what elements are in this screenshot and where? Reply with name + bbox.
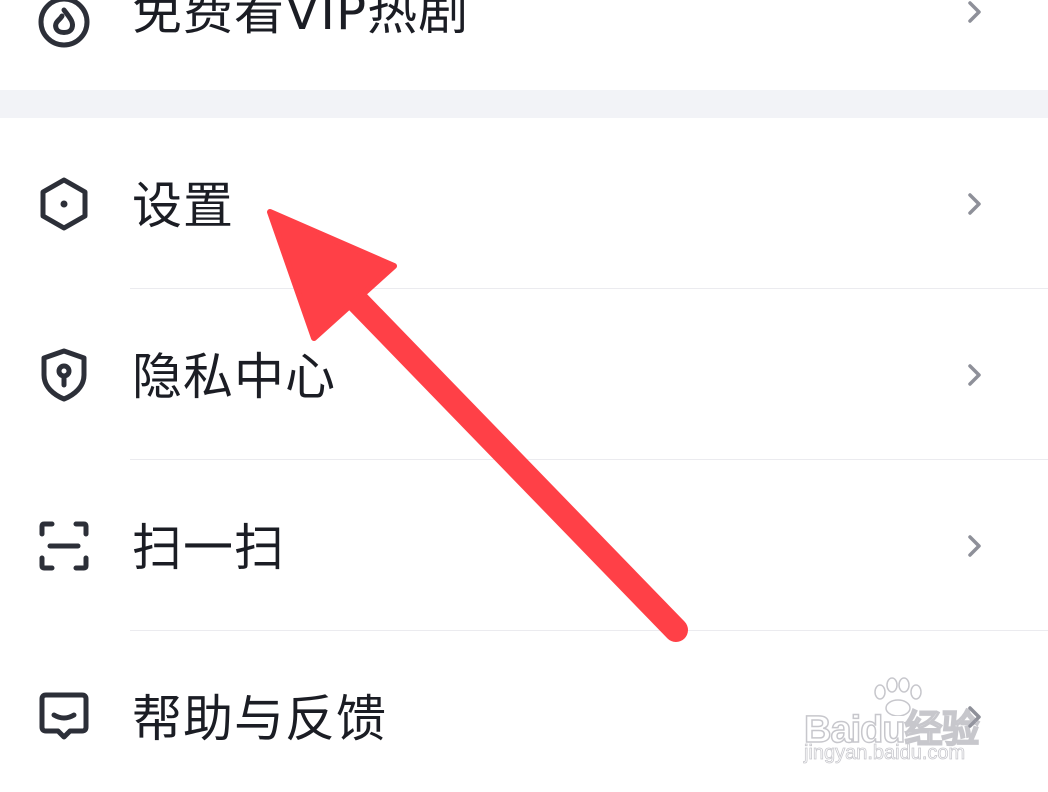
menu-item-free-vip[interactable]: 免费看VIP热剧 — [0, 0, 1048, 80]
chevron-right-icon — [958, 359, 990, 391]
menu-item-label: 隐私中心 — [132, 348, 336, 406]
chevron-right-icon — [958, 188, 990, 220]
scan-icon — [36, 518, 92, 574]
menu-item-scan[interactable]: 扫一扫 — [0, 460, 1048, 630]
menu-item-label: 帮助与反馈 — [132, 690, 387, 748]
shield-keyhole-icon — [36, 347, 92, 403]
menu-item-settings[interactable]: 设置 — [0, 118, 1048, 288]
menu-item-label: 扫一扫 — [132, 519, 285, 577]
hexagon-settings-icon — [36, 176, 92, 232]
watermark-site: jingyan.baidu.com — [804, 742, 966, 765]
menu-item-label: 设置 — [132, 177, 234, 235]
flame-icon — [36, 0, 92, 50]
chevron-right-icon — [958, 0, 990, 28]
watermark: Baidu经验 jingyan.baidu.com — [800, 676, 1000, 776]
chevron-right-icon — [958, 530, 990, 562]
feedback-chat-icon — [36, 689, 92, 745]
menu-item-privacy-center[interactable]: 隐私中心 — [0, 289, 1048, 459]
menu-item-label: 免费看VIP热剧 — [132, 0, 470, 41]
section-gap — [0, 90, 1048, 118]
